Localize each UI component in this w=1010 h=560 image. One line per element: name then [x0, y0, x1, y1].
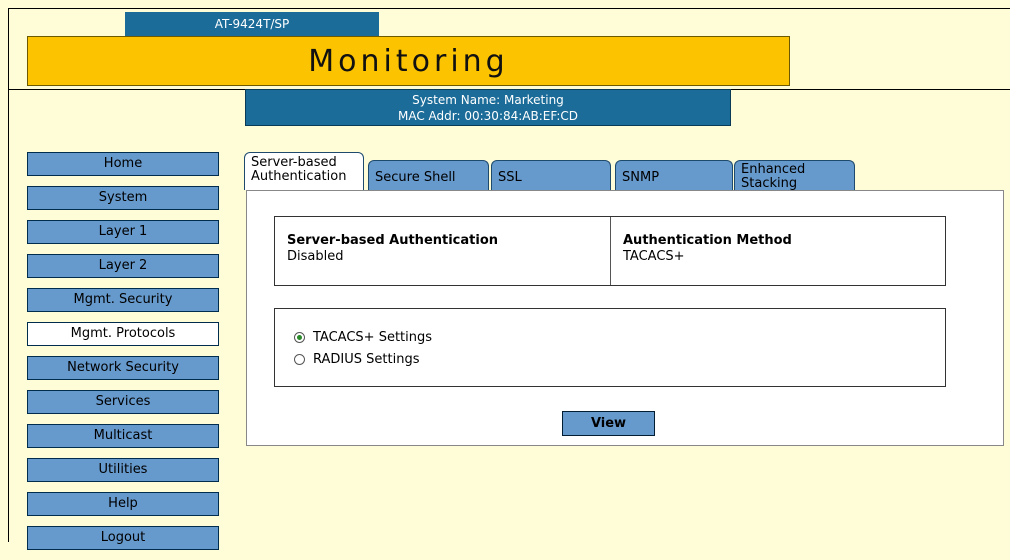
tab-ssl[interactable]: SSL	[491, 160, 611, 190]
tab-server-based-authentication[interactable]: Server-based Authentication	[244, 152, 364, 190]
tab-label-line2: Stacking	[741, 176, 798, 191]
page-title: Monitoring	[27, 36, 790, 86]
radius-option[interactable]: RADIUS Settings	[294, 348, 945, 370]
server-auth-label: Server-based Authentication	[287, 233, 499, 248]
tab-label-line2: Authentication	[251, 169, 347, 184]
tab-enhanced-stacking[interactable]: Enhanced Stacking	[734, 160, 855, 191]
system-info: System Name: Marketing MAC Addr: 00:30:8…	[245, 89, 731, 126]
server-auth-value: Disabled	[287, 249, 344, 264]
nav-layer-1[interactable]: Layer 1	[27, 220, 219, 244]
tacacs-option[interactable]: TACACS+ Settings	[294, 326, 945, 348]
tab-label: Secure Shell	[375, 170, 456, 185]
mac-address: MAC Addr: 00:30:84:AB:EF:CD	[398, 109, 578, 123]
nav-layer-2[interactable]: Layer 2	[27, 254, 219, 278]
sidebar-nav: Home System Layer 1 Layer 2 Mgmt. Securi…	[27, 152, 219, 560]
nav-logout[interactable]: Logout	[27, 526, 219, 550]
nav-network-security[interactable]: Network Security	[27, 356, 219, 380]
auth-status-table: Server-based Authentication Disabled Aut…	[274, 216, 946, 286]
content-panel: Server-based Authentication Disabled Aut…	[246, 190, 1004, 446]
tab-label-line1: Server-based	[251, 155, 337, 170]
nav-mgmt-protocols[interactable]: Mgmt. Protocols	[27, 322, 219, 346]
radius-label: RADIUS Settings	[313, 351, 420, 367]
nav-home[interactable]: Home	[27, 152, 219, 176]
tab-label: SSL	[498, 170, 522, 185]
frame-top-border	[8, 8, 1010, 9]
tab-label-line1: Enhanced	[741, 162, 806, 177]
nav-mgmt-security[interactable]: Mgmt. Security	[27, 288, 219, 312]
nav-services[interactable]: Services	[27, 390, 219, 414]
auth-method-label: Authentication Method	[623, 233, 792, 248]
device-model: AT-9424T/SP	[125, 12, 379, 36]
nav-utilities[interactable]: Utilities	[27, 458, 219, 482]
settings-selector: TACACS+ Settings RADIUS Settings	[274, 308, 946, 387]
auth-method-value: TACACS+	[623, 249, 685, 264]
nav-multicast[interactable]: Multicast	[27, 424, 219, 448]
radius-radio[interactable]	[294, 353, 305, 365]
system-name: System Name: Marketing	[412, 93, 564, 107]
tab-snmp[interactable]: SNMP	[615, 160, 733, 190]
server-auth-cell: Server-based Authentication Disabled	[275, 217, 611, 285]
nav-system[interactable]: System	[27, 186, 219, 210]
auth-method-cell: Authentication Method TACACS+	[611, 217, 804, 285]
tab-label: SNMP	[622, 170, 660, 185]
tacacs-label: TACACS+ Settings	[313, 329, 433, 345]
tacacs-radio[interactable]	[294, 331, 305, 343]
view-button[interactable]: View	[562, 411, 655, 436]
tab-secure-shell[interactable]: Secure Shell	[368, 160, 489, 190]
nav-help[interactable]: Help	[27, 492, 219, 516]
